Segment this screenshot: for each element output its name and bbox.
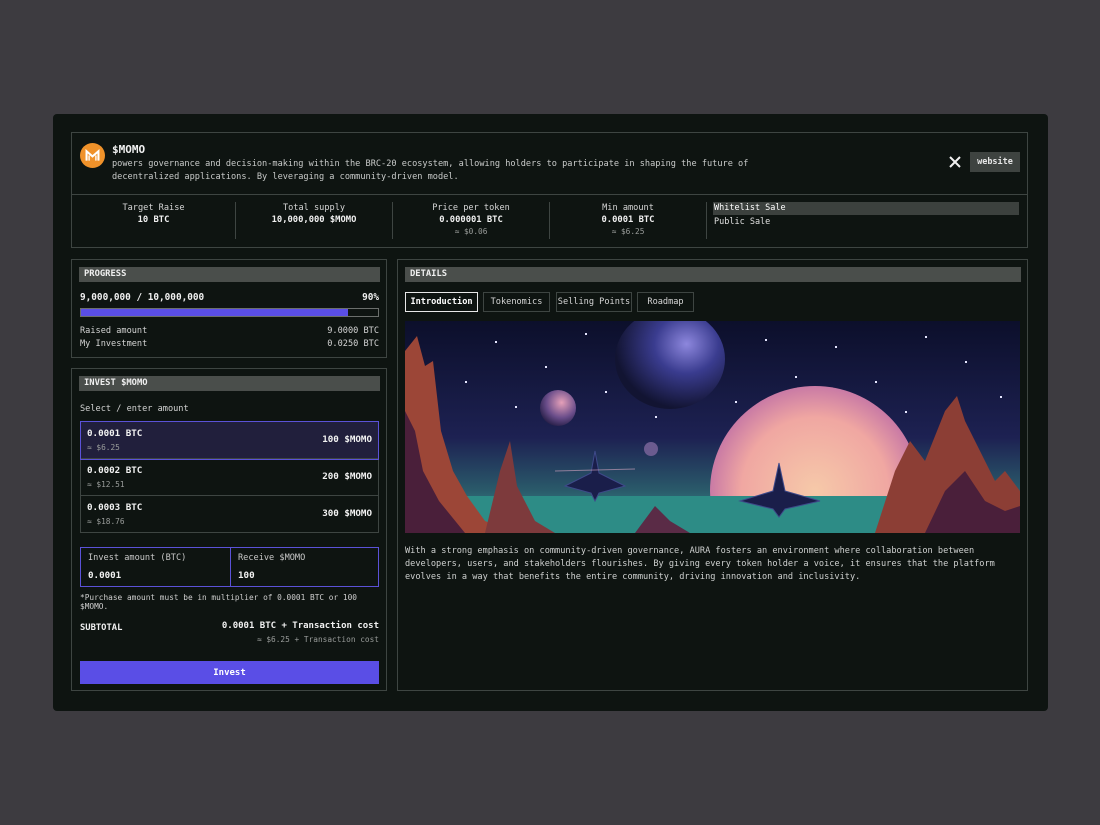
stat-sub: ≈ $6.25 — [611, 227, 645, 236]
progress-bar — [80, 308, 379, 317]
select-amount-label: Select / enter amount — [80, 404, 189, 414]
stat-label: Price per token — [432, 203, 510, 213]
progress-percent: 90% — [362, 292, 379, 303]
invest-button[interactable]: Invest — [80, 661, 379, 684]
website-button[interactable]: website — [970, 152, 1020, 172]
token-header: $MOMO powers governance and decision-mak… — [71, 132, 1028, 248]
token-info: $MOMO powers governance and decision-mak… — [72, 133, 1027, 195]
sale-item-whitelist[interactable]: Whitelist Sale — [713, 202, 1019, 215]
tab-introduction[interactable]: Introduction — [405, 292, 478, 312]
invest-section: INVEST $MOMO Select / enter amount 0.000… — [71, 368, 387, 691]
stat-value: 10,000,000 $MOMO — [271, 215, 357, 225]
details-section: DETAILS Introduction Tokenomics Selling … — [397, 259, 1028, 691]
option-usd: ≈ $12.51 — [87, 480, 125, 489]
subtotal-label: SUBTOTAL — [80, 623, 123, 633]
invest-amount-cell: Invest amount (BTC) — [81, 548, 230, 586]
receive-cell: Receive $MOMO — [231, 548, 378, 586]
my-investment-label: My Investment — [80, 339, 148, 349]
tab-tokenomics[interactable]: Tokenomics — [483, 292, 550, 312]
invest-amount-label: Invest amount (BTC) — [88, 553, 187, 563]
receive-input[interactable] — [238, 570, 368, 581]
raised-label: Raised amount — [80, 326, 148, 336]
divider — [706, 202, 707, 239]
amount-option[interactable]: 0.0002 BTC ≈ $12.51 200 $MOMO — [81, 459, 378, 496]
stat-target-raise: Target Raise 10 BTC — [72, 196, 235, 248]
sale-type-list: Whitelist Sale Public Sale — [713, 202, 1019, 230]
option-usd: ≈ $6.25 — [87, 443, 120, 452]
stat-sub: ≈ $0.06 — [454, 227, 488, 236]
details-description: With a strong emphasis on community-driv… — [405, 546, 995, 582]
progress-fill — [81, 309, 349, 316]
tab-roadmap[interactable]: Roadmap — [637, 292, 694, 312]
option-momo: 100 $MOMO — [322, 434, 372, 445]
invest-amount-input[interactable] — [88, 570, 218, 581]
invest-inputs: Invest amount (BTC) Receive $MOMO — [80, 547, 379, 587]
stat-label: Min amount — [602, 203, 654, 213]
amount-option[interactable]: 0.0003 BTC ≈ $18.76 300 $MOMO — [81, 496, 378, 533]
option-btc: 0.0003 BTC — [87, 502, 143, 513]
token-description: powers governance and decision-making wi… — [112, 159, 749, 182]
stat-price-per-token: Price per token 0.000001 BTC ≈ $0.06 — [393, 196, 549, 248]
progress-section: PROGRESS 9,000,000 / 10,000,000 90% Rais… — [71, 259, 387, 358]
section-title: DETAILS — [405, 267, 1021, 282]
subtotal-usd: ≈ $6.25 + Transaction cost — [256, 635, 379, 644]
x-icon[interactable] — [948, 155, 962, 169]
stat-label: Total supply — [282, 203, 346, 213]
stat-value: 10 BTC — [137, 215, 170, 225]
progress-count: 9,000,000 / 10,000,000 — [80, 292, 205, 303]
option-btc: 0.0001 BTC — [87, 428, 143, 439]
presale-panel: $MOMO powers governance and decision-mak… — [53, 114, 1048, 711]
option-usd: ≈ $18.76 — [87, 517, 125, 526]
stat-label: Target Raise — [122, 203, 185, 213]
amount-option[interactable]: 0.0001 BTC ≈ $6.25 100 $MOMO — [80, 421, 379, 460]
option-momo: 200 $MOMO — [322, 471, 372, 482]
stat-value: 0.000001 BTC — [439, 215, 503, 225]
section-title: PROGRESS — [79, 267, 380, 282]
space-landscape-image — [405, 321, 1020, 533]
sale-item-public[interactable]: Public Sale — [713, 216, 1019, 229]
stat-total-supply: Total supply 10,000,000 $MOMO — [236, 196, 392, 248]
raised-value: 9.0000 BTC — [327, 326, 379, 336]
receive-label: Receive $MOMO — [238, 553, 306, 563]
section-title: INVEST $MOMO — [79, 376, 380, 391]
my-investment-row: My Investment 0.0250 BTC — [80, 339, 379, 349]
amount-options: 0.0001 BTC ≈ $6.25 100 $MOMO 0.0002 BTC … — [80, 421, 379, 533]
token-stats: Target Raise 10 BTC Total supply 10,000,… — [72, 196, 1027, 248]
token-name: $MOMO — [112, 143, 146, 156]
stat-value: 0.0001 BTC — [601, 215, 655, 225]
tab-selling-points[interactable]: Selling Points — [556, 292, 632, 312]
subtotal-value: 0.0001 BTC + Transaction cost — [221, 621, 379, 631]
purchase-note: *Purchase amount must be in multiplier o… — [80, 593, 357, 611]
stat-min-amount: Min amount 0.0001 BTC ≈ $6.25 — [550, 196, 706, 248]
momo-logo-icon — [80, 143, 105, 168]
raised-row: Raised amount 9.0000 BTC — [80, 326, 379, 336]
my-investment-value: 0.0250 BTC — [327, 339, 379, 349]
option-momo: 300 $MOMO — [322, 508, 372, 519]
option-btc: 0.0002 BTC — [87, 465, 143, 476]
